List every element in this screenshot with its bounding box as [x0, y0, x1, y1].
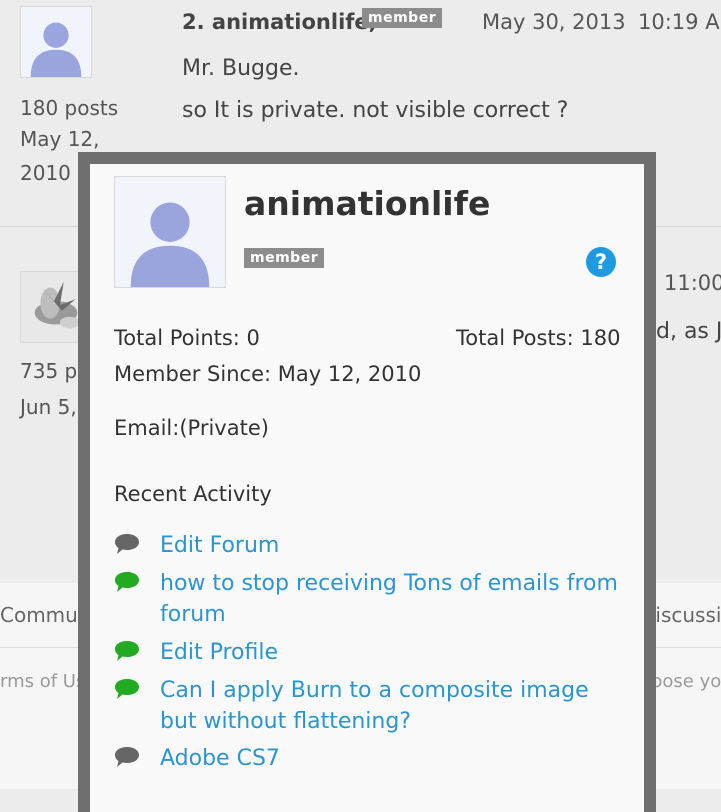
activity-link[interactable]: Edit Forum: [160, 530, 630, 561]
author-member-since: May 12,: [20, 127, 100, 151]
activity-link[interactable]: Adobe CS7: [160, 743, 630, 774]
help-icon[interactable]: ?: [586, 247, 616, 277]
member-since: Member Since: May 12, 2010: [114, 362, 422, 386]
user-avatar[interactable]: [20, 6, 92, 78]
speech-bubble-icon: [115, 641, 139, 661]
email: Email:(Private): [114, 416, 269, 440]
popup-username[interactable]: animationlife: [244, 184, 490, 223]
activity-link[interactable]: how to stop receiving Tons of emails fro…: [160, 568, 630, 630]
author-posts-count: 180 posts: [20, 96, 119, 120]
post-time: 10:19 AM: [638, 10, 721, 34]
speech-bubble-icon: [115, 747, 139, 767]
post-body-line: Mr. Bugge.: [182, 56, 300, 81]
default-user-icon: [21, 7, 91, 77]
recent-activity-heading: Recent Activity: [114, 482, 272, 506]
default-user-icon: [115, 177, 225, 287]
speech-bubble-icon: [115, 572, 139, 592]
user-profile-popup: animationlife member ? Total Points: 0 T…: [78, 152, 656, 812]
author-member-since-year: 2010: [20, 161, 71, 185]
total-posts: Total Posts: 180: [456, 326, 621, 350]
activity-link[interactable]: Edit Profile: [160, 637, 630, 668]
speech-bubble-icon: [115, 534, 139, 554]
popup-content: animationlife member ? Total Points: 0 T…: [90, 164, 644, 812]
post-author-link[interactable]: 2. animationlife,: [182, 10, 377, 34]
post-date: May 30, 2013: [482, 10, 626, 34]
post-body-line: so It is private. not visible correct ?: [182, 98, 569, 123]
member-badge: member: [362, 8, 443, 28]
total-points: Total Points: 0: [114, 326, 260, 350]
activity-link[interactable]: Can I apply Burn to a composite image bu…: [160, 675, 630, 737]
speech-bubble-icon: [115, 679, 139, 699]
post-body-line: d, as Ja: [656, 319, 721, 344]
member-badge: member: [244, 248, 325, 268]
footer-terms-link[interactable]: rms of Us: [0, 671, 85, 692]
post-time: 11:00: [664, 271, 721, 295]
popup-avatar[interactable]: [114, 176, 226, 288]
